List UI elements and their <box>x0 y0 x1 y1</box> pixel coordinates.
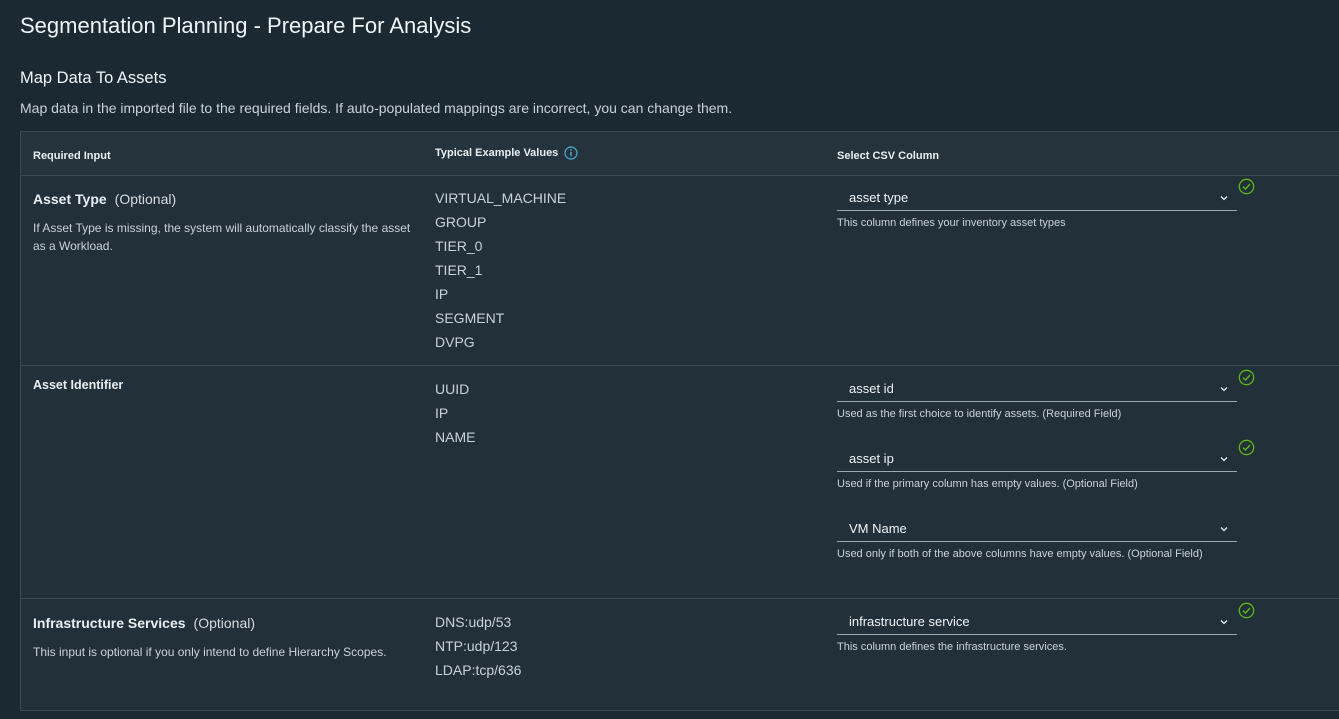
select-helper-text: Used only if both of the above columns h… <box>837 548 1203 560</box>
chevron-down-icon <box>1220 620 1228 625</box>
chevron-down-icon <box>1220 457 1228 462</box>
select-value: asset id <box>849 381 894 396</box>
example-value: IP <box>435 286 449 302</box>
example-value: GROUP <box>435 214 487 230</box>
example-values-list: DNS:udp/53 NTP:udp/123 LDAP:tcp/636 <box>435 615 521 687</box>
select-helper-text: This column defines the infrastructure s… <box>837 641 1067 653</box>
row-title: Infrastructure Services (Optional) <box>33 615 255 631</box>
success-check-icon <box>1238 602 1255 619</box>
example-value: SEGMENT <box>435 310 505 326</box>
csv-column-field: asset type This column defines your inve… <box>837 178 1277 229</box>
asset-type-select[interactable]: asset type <box>837 178 1255 211</box>
example-value: LDAP:tcp/636 <box>435 662 522 678</box>
header-example-values: Typical Example Values <box>435 146 578 160</box>
example-value: TIER_1 <box>435 262 483 278</box>
example-value: NTP:udp/123 <box>435 638 518 654</box>
select-helper-text: Used if the primary column has empty val… <box>837 478 1138 490</box>
info-circle-icon[interactable] <box>564 146 578 160</box>
chevron-down-icon <box>1220 387 1228 392</box>
csv-column-field: asset id Used as the first choice to ide… <box>837 369 1277 420</box>
row-title: Asset Type (Optional) <box>33 191 176 207</box>
select-value: infrastructure service <box>849 614 970 629</box>
select-value: VM Name <box>849 521 907 536</box>
row-title: Asset Identifier <box>33 378 123 392</box>
select-helper-text: This column defines your inventory asset… <box>837 217 1066 229</box>
select-value: asset type <box>849 190 909 205</box>
success-check-icon <box>1238 178 1255 195</box>
page-title: Segmentation Planning - Prepare For Anal… <box>20 13 472 38</box>
row-title-label: Asset Type <box>33 191 107 207</box>
section-description: Map data in the imported file to the req… <box>20 100 733 116</box>
success-check-icon <box>1238 439 1255 456</box>
example-values-list: UUID IP NAME <box>435 382 475 454</box>
table-header: Required Input Typical Example Values Se… <box>21 132 1339 176</box>
example-value: NAME <box>435 429 476 445</box>
asset-id-select[interactable]: asset id <box>837 369 1255 402</box>
example-value: UUID <box>435 381 470 397</box>
row-description: If Asset Type is missing, the system wil… <box>33 221 411 253</box>
infrastructure-service-select[interactable]: infrastructure service <box>837 602 1255 635</box>
select-value: asset ip <box>849 451 894 466</box>
optional-label: (Optional) <box>114 191 177 207</box>
header-example-values-label: Typical Example Values <box>435 147 559 159</box>
select-helper-text: Used as the first choice to identify ass… <box>837 408 1122 420</box>
chevron-down-icon <box>1220 527 1228 532</box>
table-row-asset-identifier: Asset Identifier UUID IP NAME asset id U… <box>21 366 1339 599</box>
table-row-infrastructure-services: Infrastructure Services (Optional) This i… <box>21 599 1339 719</box>
example-value: DVPG <box>435 334 475 350</box>
chevron-down-icon <box>1220 196 1228 201</box>
vm-name-select[interactable]: VM Name <box>837 518 1237 542</box>
table-row-asset-type: Asset Type (Optional) If Asset Type is mi… <box>21 175 1339 366</box>
example-values-list: VIRTUAL_MACHINE GROUP TIER_0 TIER_1 IP S… <box>435 191 566 359</box>
example-value: DNS:udp/53 <box>435 614 512 630</box>
example-value: TIER_0 <box>435 238 483 254</box>
header-required-input: Required Input <box>33 150 111 162</box>
row-title-label: Asset Identifier <box>33 378 124 392</box>
example-value: IP <box>435 405 449 421</box>
optional-label: (Optional) <box>193 615 255 631</box>
section-title: Map Data To Assets <box>20 69 167 87</box>
asset-ip-select[interactable]: asset ip <box>837 439 1255 472</box>
row-title-label: Infrastructure Services <box>33 615 186 631</box>
mapping-table: Required Input Typical Example Values Se… <box>20 131 1339 711</box>
header-csv-column: Select CSV Column <box>837 150 940 162</box>
success-check-icon <box>1238 369 1255 386</box>
row-description: This input is optional if you only inten… <box>33 645 387 659</box>
csv-column-field: asset ip Used if the primary column has … <box>837 439 1277 490</box>
example-value: VIRTUAL_MACHINE <box>435 190 567 206</box>
csv-column-field: infrastructure service This column defin… <box>837 602 1277 653</box>
csv-column-field: VM Name Used only if both of the above c… <box>837 518 1277 560</box>
